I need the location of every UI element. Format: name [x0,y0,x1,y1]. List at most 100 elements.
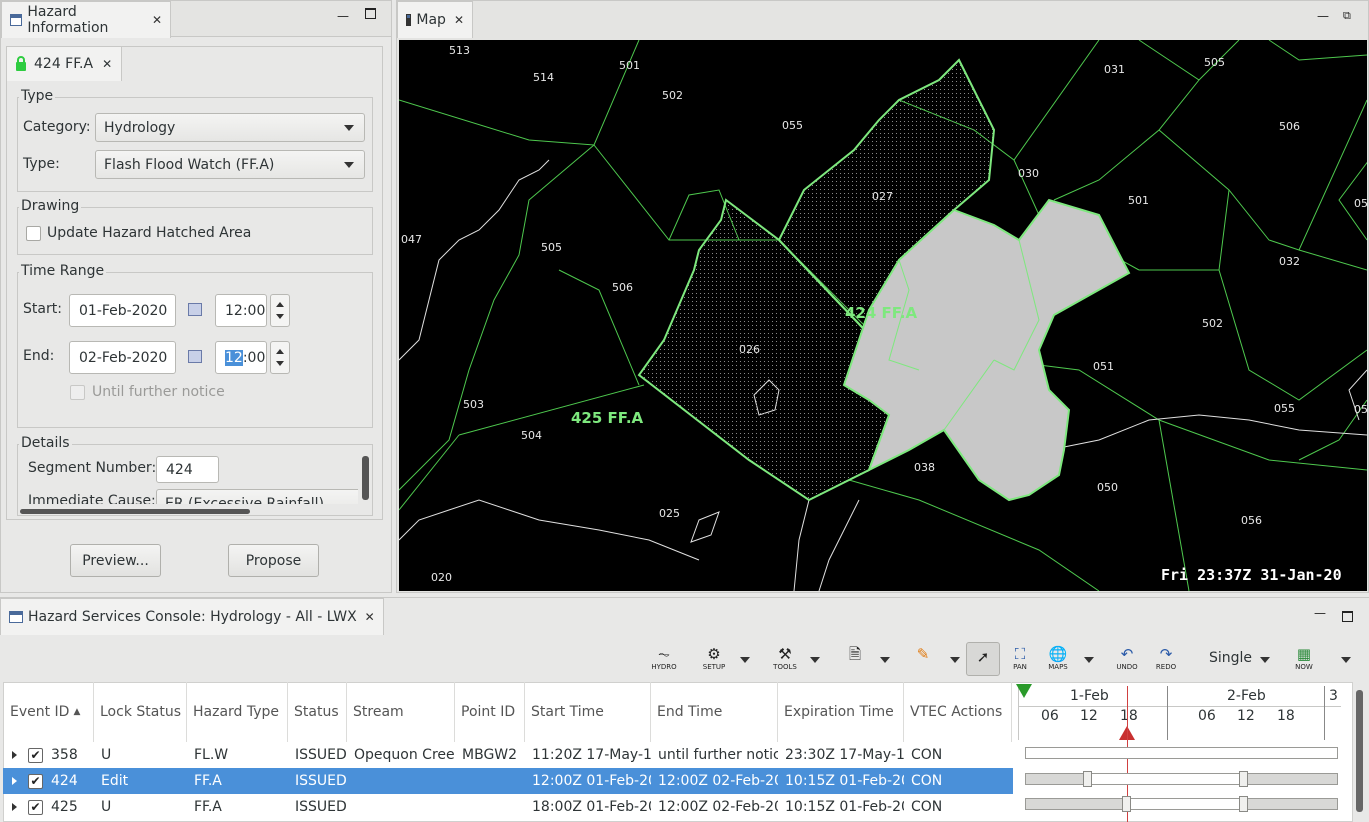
timeline-bar-424[interactable] [1025,771,1338,787]
expand-icon[interactable] [12,751,17,759]
timeline-header[interactable]: 1-Feb 2-Feb 3 06 12 18 06 12 18 [1016,684,1341,740]
column-header-stream[interactable]: Stream [347,682,455,742]
type-value: Flash Flood Watch (FF.A) [104,156,275,173]
minimize-icon[interactable]: — [1317,9,1329,23]
column-label: Start Time [531,704,604,720]
maximize-icon[interactable] [365,8,376,19]
column-header-lock-status[interactable]: Lock Status [94,682,187,742]
pencil-dropdown-icon[interactable] [950,657,960,663]
column-header-end-time[interactable]: End Time [651,682,778,742]
hazard-label-424[interactable]: 424 FF.A [845,304,917,322]
close-icon[interactable]: ✕ [102,57,112,71]
maximize-icon[interactable] [1342,611,1353,622]
cell-event-id: 358 [51,747,78,763]
expand-icon[interactable] [12,777,17,785]
preview-button[interactable]: Preview... [70,544,161,577]
selection-mode-combo[interactable]: Single [1209,650,1252,666]
restore-icon[interactable]: ⧉ [1343,9,1351,23]
setup-dropdown-icon[interactable] [740,657,750,663]
start-time-field[interactable]: 12:00 [215,294,267,327]
maps-dropdown-icon[interactable] [1084,657,1094,663]
chevron-down-icon[interactable] [1260,657,1270,663]
start-date-field[interactable]: 01-Feb-2020 [69,294,176,327]
table-row[interactable]: ✔ 425 U FF.A ISSUED 18:00Z 01-Feb-20 12:… [3,794,1013,820]
pencil-button[interactable]: ✎ [906,646,940,676]
end-time-spinner[interactable] [270,341,290,374]
timeline-bar-358[interactable] [1025,747,1338,759]
end-time-handle[interactable] [1239,796,1248,812]
update-hatched-checkbox[interactable] [26,226,41,241]
row-checkbox[interactable]: ✔ [28,748,43,763]
tab-console[interactable]: Hazard Services Console: Hydrology - All… [0,598,384,635]
cell-lock-status: U [101,747,112,763]
until-further-notice-checkbox[interactable] [70,385,85,400]
propose-button[interactable]: Propose [228,544,319,577]
redo-button[interactable]: ↷ REDO [1149,646,1183,676]
cell-end-time: 12:00Z 02-Feb-20 [658,773,778,789]
immediate-cause-combo[interactable]: ER (Excessive Rainfall) [156,489,358,504]
expand-icon[interactable] [12,803,17,811]
type-combo[interactable]: Flash Flood Watch (FF.A) [95,150,365,179]
details-clip: Immediate Cause: ER (Excessive Rainfall) [18,486,358,504]
column-header-event-id[interactable]: Event ID ▲ [4,682,94,742]
table-row[interactable]: ✔ 358 U FL.W ISSUED Opequon Creek MBGW2 … [3,742,1013,768]
zone-label: 513 [449,44,470,57]
document-button[interactable]: 🗎 [838,646,872,676]
close-icon[interactable]: ✕ [152,13,162,27]
select-button[interactable]: ➚ [966,642,1000,676]
calendar-icon[interactable] [188,303,202,316]
cell-event-id: 425 [51,799,78,815]
pan-button[interactable]: ⛶ PAN [1003,646,1037,676]
timeline-bar-425[interactable] [1025,796,1338,812]
tools-dropdown-icon[interactable] [810,657,820,663]
column-header-start-time[interactable]: Start Time [525,682,651,742]
end-date-field[interactable]: 02-Feb-2020 [69,341,176,374]
end-time-handle[interactable] [1239,771,1248,787]
maps-button[interactable]: 🌐 MAPS [1041,646,1075,676]
details-vscrollbar[interactable] [362,456,369,500]
now-marker-top [1016,684,1032,698]
hydro-button[interactable]: ⏦ HYDRO [647,646,681,676]
segment-number-field[interactable]: 424 [156,456,219,483]
start-time-handle[interactable] [1083,771,1092,787]
minimize-icon[interactable]: — [1314,606,1326,620]
close-icon[interactable]: ✕ [454,13,464,27]
close-icon[interactable]: ✕ [365,610,375,624]
cell-stream: Opequon Creek [354,747,455,763]
tab-map[interactable]: Map ✕ [397,1,473,38]
map-canvas[interactable]: 513 514 501 502 055 031 505 506 047 505 … [399,40,1367,591]
table-row-selected[interactable]: ✔ 424 Edit FF.A ISSUED 12:00Z 01-Feb-20 … [3,768,1013,794]
start-time-handle[interactable] [1122,796,1131,812]
column-header-expiration-time[interactable]: Expiration Time [778,682,904,742]
tab-event-424[interactable]: 424 FF.A ✕ [7,47,122,81]
column-label: Status [294,704,339,720]
table-vscrollbar[interactable] [1356,690,1363,812]
column-header-vtec-actions[interactable]: VTEC Actions [904,682,1012,742]
category-combo[interactable]: Hydrology [95,113,365,142]
row-checkbox[interactable]: ✔ [28,774,43,789]
document-dropdown-icon[interactable] [880,657,890,663]
column-header-hazard-type[interactable]: Hazard Type [187,682,288,742]
zone-label: 056 [1241,514,1262,527]
end-time-field[interactable]: 12:00 [215,341,267,374]
setup-button[interactable]: ⚙ SETUP [697,646,731,676]
tab-hazard-information[interactable]: Hazard Information ✕ [1,1,171,38]
sort-ascending-icon: ▲ [73,707,81,717]
timeline-day: 3 [1329,688,1338,704]
column-header-status[interactable]: Status [288,682,347,742]
hazard-label-425[interactable]: 425 FF.A [571,409,643,427]
end-label: End: [23,348,55,364]
undo-button[interactable]: ↶ UNDO [1110,646,1144,676]
column-header-point-id[interactable]: Point ID [455,682,525,742]
row-checkbox[interactable]: ✔ [28,800,43,815]
details-hscrollbar[interactable] [20,509,250,514]
view-menu-icon[interactable] [1341,657,1351,663]
tools-button[interactable]: ⚒ TOOLS [768,646,802,676]
redo-label: REDO [1155,663,1177,671]
zone-label: 038 [914,461,935,474]
minimize-icon[interactable]: — [337,9,349,23]
start-time-spinner[interactable] [270,294,290,327]
now-button[interactable]: ▦ NOW [1287,646,1321,676]
zone-label: 502 [1202,317,1223,330]
calendar-icon[interactable] [188,350,202,363]
